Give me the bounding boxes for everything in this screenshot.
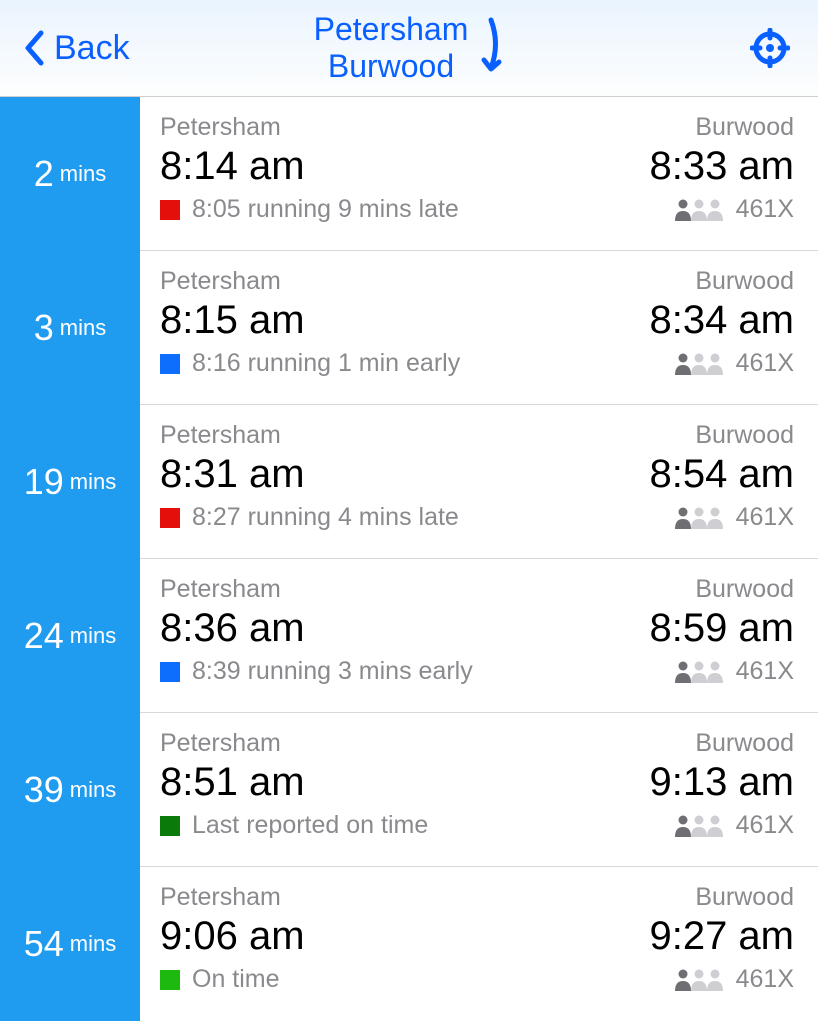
destination-label: Burwood xyxy=(695,421,794,450)
origin-label: Petersham xyxy=(160,421,281,450)
wait-time: 24mins xyxy=(0,559,140,713)
swap-icon xyxy=(478,14,504,74)
arrive-time: 9:13 am xyxy=(649,760,794,805)
wait-number: 2 xyxy=(34,153,54,195)
wait-time: 39mins xyxy=(0,713,140,867)
arrive-time: 8:54 am xyxy=(649,452,794,497)
wait-unit: mins xyxy=(70,623,116,649)
status-indicator-icon xyxy=(160,970,180,990)
wait-unit: mins xyxy=(70,469,116,495)
route-from: Petersham xyxy=(314,11,469,48)
route-number: 461X xyxy=(736,349,794,378)
trip-row[interactable]: 19mins Petersham Burwood 8:31 am 8:54 am 8:27… xyxy=(0,405,818,559)
wait-number: 39 xyxy=(24,769,64,811)
route-number: 461X xyxy=(736,811,794,840)
depart-time: 9:06 am xyxy=(160,914,305,959)
status-indicator-icon xyxy=(160,354,180,374)
crosshair-icon xyxy=(750,28,790,68)
trip-list: 2minsPetershamBurwood8:14 am8:33 am8:05 … xyxy=(0,97,818,1021)
route-title-button[interactable]: Petersham Burwood xyxy=(314,11,469,85)
wait-unit: mins xyxy=(60,161,106,187)
occupancy-icon xyxy=(676,353,724,375)
wait-time: 3mins xyxy=(0,251,140,405)
origin-label: Petersham xyxy=(160,113,281,142)
swap-direction-button[interactable] xyxy=(478,14,504,82)
occupancy-icon xyxy=(676,507,724,529)
occupancy-icon xyxy=(676,815,724,837)
destination-label: Burwood xyxy=(695,729,794,758)
arrive-time: 8:33 am xyxy=(649,144,794,189)
back-label: Back xyxy=(54,29,130,68)
status-text: Last reported on time xyxy=(192,811,428,840)
status-text: On time xyxy=(192,965,280,994)
wait-time: 2mins xyxy=(0,97,140,251)
arrive-time: 8:34 am xyxy=(649,298,794,343)
origin-label: Petersham xyxy=(160,575,281,604)
status-indicator-icon xyxy=(160,662,180,682)
wait-number: 19 xyxy=(24,461,64,503)
trip-detail: Petersham Burwood 8:15 am 8:34 am 8:16 runni… xyxy=(140,251,818,405)
wait-unit: mins xyxy=(70,931,116,957)
occupancy-icon xyxy=(676,969,724,991)
destination-label: Burwood xyxy=(695,883,794,912)
destination-label: Burwood xyxy=(695,113,794,142)
header: Back Petersham Burwood xyxy=(0,0,818,97)
origin-label: Petersham xyxy=(160,729,281,758)
wait-number: 24 xyxy=(24,615,64,657)
trip-row[interactable]: 24mins Petersham Burwood 8:36 am 8:59 am 8:39… xyxy=(0,559,818,713)
status-indicator-icon xyxy=(160,816,180,836)
depart-time: 8:36 am xyxy=(160,606,305,651)
trip-row[interactable]: 2mins Petersham Burwood 8:14 am 8:33 am 8:05 … xyxy=(0,97,818,251)
route-number: 461X xyxy=(736,503,794,532)
origin-label: Petersham xyxy=(160,883,281,912)
wait-number: 3 xyxy=(34,307,54,349)
status-text: 8:05 running 9 mins late xyxy=(192,195,459,224)
trip-detail: Petersham Burwood 8:51 am 9:13 am Last repor… xyxy=(140,713,818,867)
wait-time: 19mins xyxy=(0,405,140,559)
occupancy-icon xyxy=(676,661,724,683)
wait-unit: mins xyxy=(60,315,106,341)
depart-time: 8:31 am xyxy=(160,452,305,497)
trip-row[interactable]: 39mins Petersham Burwood 8:51 am 9:13 am Last… xyxy=(0,713,818,867)
depart-time: 8:51 am xyxy=(160,760,305,805)
arrive-time: 8:59 am xyxy=(649,606,794,651)
origin-label: Petersham xyxy=(160,267,281,296)
status-text: 8:27 running 4 mins late xyxy=(192,503,459,532)
status-text: 8:16 running 1 min early xyxy=(192,349,460,378)
status-indicator-icon xyxy=(160,200,180,220)
wait-unit: mins xyxy=(70,777,116,803)
route-number: 461X xyxy=(736,195,794,224)
depart-time: 8:15 am xyxy=(160,298,305,343)
route-number: 461X xyxy=(736,657,794,686)
destination-label: Burwood xyxy=(695,267,794,296)
destination-label: Burwood xyxy=(695,575,794,604)
trip-detail: Petersham Burwood 8:14 am 8:33 am 8:05 runni… xyxy=(140,97,818,251)
locate-button[interactable] xyxy=(750,0,790,96)
occupancy-icon xyxy=(676,199,724,221)
wait-number: 54 xyxy=(24,923,64,965)
back-button[interactable]: Back xyxy=(0,0,130,96)
status-indicator-icon xyxy=(160,508,180,528)
wait-time: 54mins xyxy=(0,867,140,1021)
arrive-time: 9:27 am xyxy=(649,914,794,959)
trip-row[interactable]: 3mins Petersham Burwood 8:15 am 8:34 am 8:16 … xyxy=(0,251,818,405)
route-to: Burwood xyxy=(328,48,454,85)
trip-detail: Petersham Burwood 8:36 am 8:59 am 8:39 runni… xyxy=(140,559,818,713)
trip-row[interactable]: 54mins Petersham Burwood 9:06 am 9:27 am On t… xyxy=(0,867,818,1021)
trip-detail: Petersham Burwood 8:31 am 8:54 am 8:27 runni… xyxy=(140,405,818,559)
status-text: 8:39 running 3 mins early xyxy=(192,657,473,686)
depart-time: 8:14 am xyxy=(160,144,305,189)
route-number: 461X xyxy=(736,965,794,994)
chevron-left-icon xyxy=(24,30,44,66)
trip-detail: Petersham Burwood 9:06 am 9:27 am On time 461… xyxy=(140,867,818,1021)
